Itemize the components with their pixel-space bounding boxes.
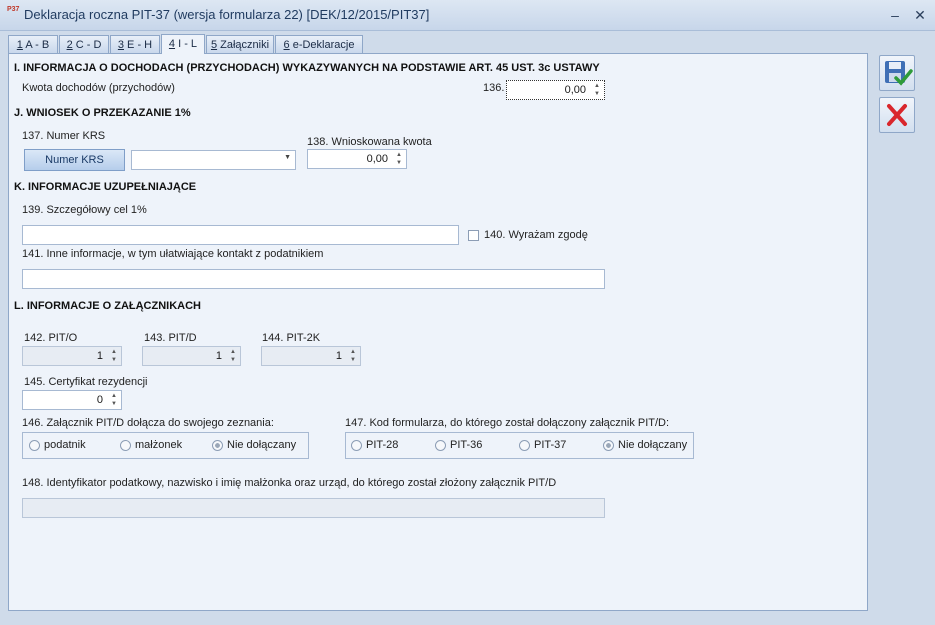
- radio-form-nie-dolaczany[interactable]: [603, 440, 614, 451]
- certificate-value: 0: [96, 394, 103, 406]
- radio-pit-37[interactable]: [519, 440, 530, 451]
- tab-e-h[interactable]: 3 E - H: [110, 35, 160, 53]
- section-i-heading: I. INFORMACJA O DOCHODACH (PRZYCHODACH) …: [14, 62, 600, 74]
- tab-i-l[interactable]: 4 I - L: [161, 34, 205, 54]
- goal-input[interactable]: [22, 225, 459, 245]
- cancel-icon: [887, 104, 907, 126]
- pit2k-label: 144. PIT-2K: [262, 332, 321, 344]
- krs-dropdown[interactable]: ▼: [131, 150, 296, 170]
- income-amount-field[interactable]: 0,00 ▲ ▼: [506, 80, 605, 100]
- radio-malzonek-label: małżonek: [135, 439, 183, 451]
- spouse-info-label: 148. Identyfikator podatkowy, nazwisko i…: [22, 477, 557, 489]
- tab-e-deklaracje[interactable]: 6 e-Deklaracje: [275, 35, 363, 53]
- spinner-icon[interactable]: ▲ ▼: [348, 348, 358, 364]
- window-title: Deklaracja roczna PIT-37 (wersja formula…: [24, 7, 430, 22]
- radio-pit-36[interactable]: [435, 440, 446, 451]
- krs-button[interactable]: Numer KRS: [24, 149, 125, 171]
- radio-malzonek[interactable]: [120, 440, 131, 451]
- income-label: Kwota dochodów (przychodów): [22, 82, 175, 94]
- pito-field[interactable]: 1 ▲ ▼: [22, 346, 122, 366]
- radio-podatnik[interactable]: [29, 440, 40, 451]
- spinner-icon[interactable]: ▲ ▼: [109, 348, 119, 364]
- pitd-value: 1: [215, 350, 222, 362]
- income-amount-value: 0,00: [564, 84, 586, 96]
- radio-form-nie-dolaczany-label: Nie dołączany: [618, 439, 688, 451]
- close-button[interactable]: ✕: [911, 6, 929, 24]
- cancel-button[interactable]: [879, 97, 915, 133]
- certificate-field[interactable]: 0 ▲ ▼: [22, 390, 122, 410]
- form-code-label: 147. Kod formularza, do którego został d…: [345, 417, 670, 429]
- radio-pit-28[interactable]: [351, 440, 362, 451]
- consent-label: 140. Wyrażam zgodę: [484, 229, 588, 241]
- save-button[interactable]: [879, 55, 915, 91]
- radio-nie-dolaczany-label: Nie dołączany: [227, 439, 297, 451]
- tab-zalaczniki[interactable]: 5 Załączniki: [206, 35, 274, 53]
- requested-amount-label: 138. Wnioskowana kwota: [307, 136, 432, 148]
- tab-c-d[interactable]: 2 C - D: [59, 35, 109, 53]
- pitd-label: 143. PIT/D: [144, 332, 197, 344]
- section-l-heading: L. INFORMACJE O ZAŁĄCZNIKACH: [14, 300, 201, 312]
- spinner-icon[interactable]: ▲ ▼: [592, 82, 602, 98]
- pitd-field[interactable]: 1 ▲ ▼: [142, 346, 241, 366]
- consent-checkbox[interactable]: [468, 230, 479, 241]
- spinner-icon[interactable]: ▲ ▼: [109, 392, 119, 408]
- requested-amount-value: 0,00: [366, 153, 388, 165]
- minimize-button[interactable]: –: [886, 6, 904, 24]
- radio-pit-36-label: PIT-36: [450, 439, 483, 451]
- pito-label: 142. PIT/O: [24, 332, 78, 344]
- goal-label: 139. Szczegółowy cel 1%: [22, 204, 147, 216]
- attachment-label: 146. Załącznik PIT/D dołącza do swojego …: [22, 417, 274, 429]
- radio-nie-dolaczany[interactable]: [212, 440, 223, 451]
- save-icon: [885, 61, 913, 86]
- section-k-heading: K. INFORMACJE UZUPEŁNIAJĄCE: [14, 181, 197, 193]
- tab-a-b[interactable]: 1 A - B: [8, 35, 58, 53]
- radio-pit-37-label: PIT-37: [534, 439, 567, 451]
- spouse-info-input[interactable]: [22, 498, 605, 518]
- requested-amount-field[interactable]: 0,00 ▲ ▼: [307, 149, 407, 169]
- certificate-label: 145. Certyfikat rezydencji: [24, 376, 148, 388]
- radio-podatnik-label: podatnik: [44, 439, 86, 451]
- pit2k-value: 1: [335, 350, 342, 362]
- radio-pit-28-label: PIT-28: [366, 439, 399, 451]
- section-j-heading: J. WNIOSEK O PRZEKAZANIE 1%: [14, 107, 191, 119]
- other-info-input[interactable]: [22, 269, 605, 289]
- field-136-number: 136.: [483, 82, 505, 94]
- chevron-down-icon[interactable]: ▼: [284, 154, 291, 161]
- app-icon: P37: [7, 6, 20, 13]
- pito-value: 1: [96, 350, 103, 362]
- pit2k-field[interactable]: 1 ▲ ▼: [261, 346, 361, 366]
- other-info-label: 141. Inne informacje, w tym ułatwiające …: [22, 248, 324, 260]
- krs-label: 137. Numer KRS: [22, 130, 106, 142]
- spinner-icon[interactable]: ▲ ▼: [228, 348, 238, 364]
- form-panel: [8, 53, 868, 611]
- spinner-icon[interactable]: ▲ ▼: [394, 151, 404, 167]
